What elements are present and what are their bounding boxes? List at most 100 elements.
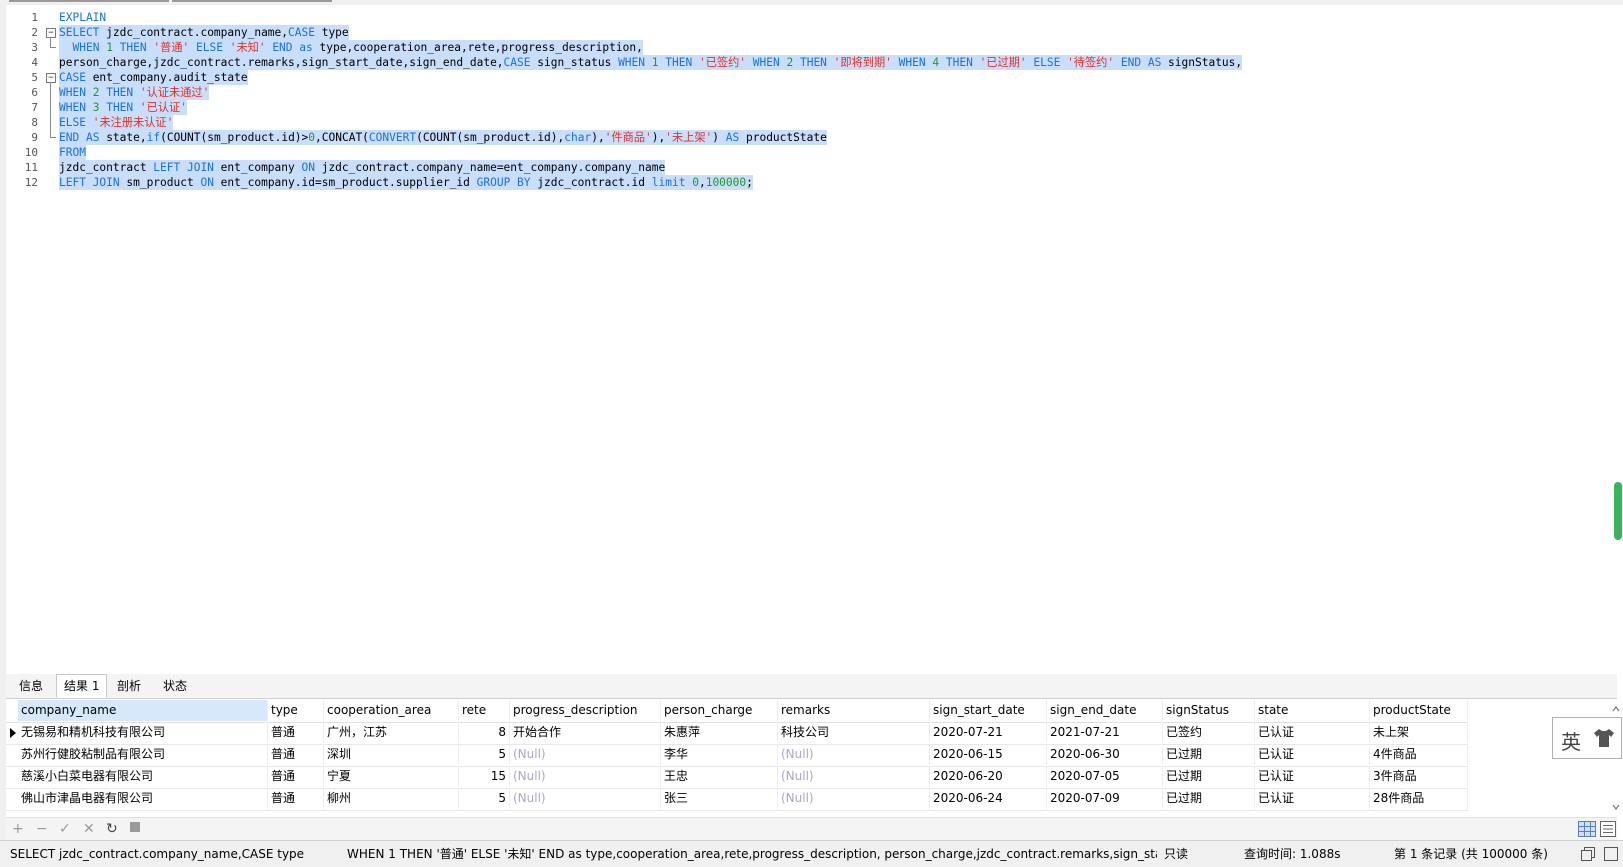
tab-info[interactable]: 信息 bbox=[12, 675, 50, 697]
column-header[interactable]: remarks bbox=[778, 700, 930, 721]
table-cell[interactable]: 未上架 bbox=[1370, 722, 1468, 743]
column-header[interactable]: company_name bbox=[18, 700, 268, 721]
table-cell[interactable]: 15 bbox=[459, 766, 510, 787]
code-line[interactable]: 11 jzdc_contract LEFT JOIN ent_company ON… bbox=[6, 160, 1617, 175]
table-row[interactable]: 佛山市津晶电器有限公司 普通 柳州 5 (Null) 张三 (Null) 2020-06-24… bbox=[6, 788, 1468, 811]
table-cell[interactable]: 慈溪小白菜电器有限公司 bbox=[18, 766, 268, 787]
fold-end bbox=[50, 137, 56, 138]
refresh-icon[interactable]: ↻ bbox=[106, 821, 118, 837]
table-row[interactable]: 苏州行健胶粘制品有限公司 普通 深圳 5 (Null) 李华 (Null) 2020-06-1… bbox=[6, 744, 1468, 767]
column-header[interactable]: person_charge bbox=[661, 700, 778, 721]
tab-status[interactable]: 状态 bbox=[156, 675, 194, 697]
table-cell[interactable]: 5 bbox=[459, 788, 510, 809]
table-cell[interactable]: 已认证 bbox=[1255, 744, 1370, 765]
column-header[interactable]: cooperation_area bbox=[324, 700, 459, 721]
table-cell[interactable]: 普通 bbox=[268, 788, 324, 809]
table-cell[interactable]: 宁夏 bbox=[324, 766, 459, 787]
table-cell[interactable]: 已认证 bbox=[1255, 722, 1370, 743]
table-cell[interactable]: 已认证 bbox=[1255, 766, 1370, 787]
tab-profile[interactable]: 剖析 bbox=[110, 675, 148, 697]
tab-result-1[interactable]: 结果 1 bbox=[56, 674, 108, 698]
table-cell[interactable]: 深圳 bbox=[324, 744, 459, 765]
table-cell[interactable]: (Null) bbox=[510, 766, 661, 787]
table-cell[interactable]: 2021-07-21 bbox=[1047, 722, 1163, 743]
table-cell[interactable]: (Null) bbox=[778, 788, 930, 809]
table-row[interactable]: 慈溪小白菜电器有限公司 普通 宁夏 15 (Null) 王忠 (Null) 2020-06-2… bbox=[6, 766, 1468, 789]
code-line[interactable]: 7 WHEN 3 THEN '已认证' bbox=[6, 100, 1617, 115]
code-line[interactable]: 4 person_charge,jzdc_contract.remarks,sig… bbox=[6, 55, 1617, 70]
table-cell[interactable]: 4件商品 bbox=[1370, 744, 1468, 765]
column-header[interactable]: type bbox=[268, 700, 324, 721]
query-tab-2[interactable] bbox=[172, 0, 332, 2]
table-cell[interactable]: 2020-06-15 bbox=[930, 744, 1047, 765]
code-line[interactable]: 2 SELECT jzdc_contract.company_name,CASE … bbox=[6, 25, 1617, 40]
column-header[interactable]: productState bbox=[1370, 700, 1468, 721]
table-cell[interactable]: 王忠 bbox=[661, 766, 778, 787]
table-cell[interactable]: 已认证 bbox=[1255, 788, 1370, 809]
table-cell[interactable]: (Null) bbox=[778, 744, 930, 765]
code-line[interactable]: 10 FROM bbox=[6, 145, 1617, 160]
ime-indicator[interactable]: 英 bbox=[1552, 717, 1622, 759]
editor-scrollbar-thumb[interactable] bbox=[1614, 482, 1622, 540]
table-cell[interactable]: 科技公司 bbox=[778, 722, 930, 743]
table-cell[interactable]: 普通 bbox=[268, 766, 324, 787]
table-cell[interactable]: 张三 bbox=[661, 788, 778, 809]
table-cell[interactable]: 2020-07-09 bbox=[1047, 788, 1163, 809]
table-cell[interactable]: 李华 bbox=[661, 744, 778, 765]
table-cell[interactable]: 2020-06-30 bbox=[1047, 744, 1163, 765]
table-cell[interactable]: 2020-07-05 bbox=[1047, 766, 1163, 787]
table-cell[interactable]: 普通 bbox=[268, 722, 324, 743]
table-cell[interactable]: 2020-06-24 bbox=[930, 788, 1047, 809]
table-cell[interactable]: 开始合作 bbox=[510, 722, 661, 743]
table-cell[interactable]: 柳州 bbox=[324, 788, 459, 809]
table-cell[interactable]: 已签约 bbox=[1163, 722, 1255, 743]
fold-toggle-icon[interactable]: − bbox=[46, 73, 56, 83]
query-tab-1[interactable] bbox=[9, 0, 169, 2]
code-line[interactable]: 9 END AS state,if(COUNT(sm_product.id)>0,… bbox=[6, 130, 1617, 145]
discard-icon[interactable]: ✕ bbox=[83, 821, 95, 837]
table-cell[interactable]: 已过期 bbox=[1163, 766, 1255, 787]
column-header[interactable]: sign_end_date bbox=[1047, 700, 1163, 721]
fold-toggle-icon[interactable]: − bbox=[46, 28, 56, 38]
column-header[interactable]: signStatus bbox=[1163, 700, 1255, 721]
table-cell[interactable]: 普通 bbox=[268, 744, 324, 765]
table-cell[interactable]: (Null) bbox=[778, 766, 930, 787]
grid-view-icon[interactable] bbox=[1578, 821, 1596, 837]
table-cell[interactable]: 2020-07-21 bbox=[930, 722, 1047, 743]
table-cell[interactable]: 无锡易和精机科技有限公司 bbox=[18, 722, 268, 743]
remove-icon[interactable]: − bbox=[36, 821, 48, 837]
code-line[interactable]: 1 EXPLAIN bbox=[6, 10, 1617, 25]
code-text: jzdc_contract LEFT JOIN ent_company ON j… bbox=[59, 160, 666, 175]
table-cell[interactable]: 苏州行健胶粘制品有限公司 bbox=[18, 744, 268, 765]
stop-icon[interactable] bbox=[130, 822, 140, 832]
column-header[interactable]: sign_start_date bbox=[930, 700, 1047, 721]
table-cell[interactable]: 已过期 bbox=[1163, 744, 1255, 765]
table-cell[interactable]: (Null) bbox=[510, 788, 661, 809]
table-cell[interactable]: 3件商品 bbox=[1370, 766, 1468, 787]
table-cell[interactable]: (Null) bbox=[510, 744, 661, 765]
table-row[interactable]: 无锡易和精机科技有限公司 普通 广州，江苏 8 开始合作 朱惠萍 科技公司 2020-07-2… bbox=[6, 722, 1468, 745]
column-header[interactable]: state bbox=[1255, 700, 1370, 721]
apply-icon[interactable]: ✓ bbox=[59, 821, 71, 837]
table-cell[interactable]: 2020-06-20 bbox=[930, 766, 1047, 787]
table-cell[interactable]: 广州，江苏 bbox=[324, 722, 459, 743]
column-header[interactable]: progress_description bbox=[510, 700, 661, 721]
table-cell[interactable]: 8 bbox=[459, 722, 510, 743]
table-cell[interactable]: 28件商品 bbox=[1370, 788, 1468, 809]
form-view-icon[interactable] bbox=[1600, 821, 1616, 837]
table-cell[interactable]: 佛山市津晶电器有限公司 bbox=[18, 788, 268, 809]
code-line[interactable]: 6 WHEN 2 THEN '认证未通过' bbox=[6, 85, 1617, 100]
restore-icon[interactable] bbox=[1581, 847, 1595, 861]
table-cell[interactable]: 已过期 bbox=[1163, 788, 1255, 809]
code-line[interactable]: 8 ELSE '未注册未认证' bbox=[6, 115, 1617, 130]
code-line[interactable]: 3 WHEN 1 THEN '普通' ELSE '未知' END as type… bbox=[6, 40, 1617, 55]
code-line[interactable]: 12 LEFT JOIN sm_product ON ent_company.id… bbox=[6, 175, 1617, 190]
table-cell[interactable]: 5 bbox=[459, 744, 510, 765]
add-icon[interactable]: + bbox=[12, 821, 24, 837]
table-cell[interactable]: 朱惠萍 bbox=[661, 722, 778, 743]
column-header[interactable]: rete bbox=[459, 700, 510, 721]
code-line[interactable]: 5 CASE ent_company.audit_state bbox=[6, 70, 1617, 85]
maximize-icon[interactable] bbox=[1604, 847, 1618, 861]
sql-editor[interactable]: 1 EXPLAIN 2 SELECT jzdc_contract.company_na… bbox=[6, 5, 1617, 669]
result-grid[interactable]: company_name type cooperation_area rete prog… bbox=[6, 700, 1617, 812]
